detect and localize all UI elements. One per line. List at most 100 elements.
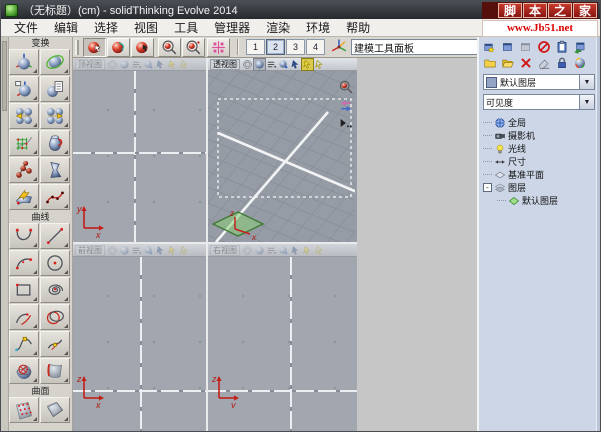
viewport-right-header[interactable]: 右视图 (208, 244, 357, 257)
lasso-cursor-icon[interactable] (179, 59, 190, 70)
viewport-perspective[interactable]: 透视图 zx (208, 57, 357, 244)
folder-icon[interactable] (483, 56, 497, 70)
wireframe-globe-icon[interactable] (107, 59, 118, 70)
twist-solid-icon[interactable] (40, 157, 70, 183)
menu-item-7[interactable]: 渲染 (258, 18, 298, 37)
eraser-icon[interactable] (537, 56, 551, 70)
tree-item[interactable]: - 图层 (483, 181, 597, 194)
menu-item-1[interactable]: 文件 (6, 18, 46, 37)
sketch-curve-icon[interactable] (9, 223, 39, 249)
select-active-cursor-icon[interactable] (302, 245, 313, 256)
scale-tool-icon[interactable] (9, 76, 39, 102)
rectangle-tool-icon[interactable] (9, 277, 39, 303)
select-cursor-icon[interactable] (290, 59, 301, 70)
tree-expander-icon[interactable]: - (483, 183, 492, 192)
select-active-cursor-icon[interactable] (167, 245, 178, 256)
lasso-cursor-icon[interactable] (179, 245, 190, 256)
world-axes-icon[interactable] (328, 38, 349, 57)
viewport-top[interactable]: 顶视图 yx (73, 58, 208, 244)
snap-grid-icon[interactable] (207, 37, 230, 57)
camera-pan-icon[interactable] (107, 37, 130, 57)
tree-item[interactable]: 默认图层 (483, 194, 597, 207)
display-options-icon[interactable] (131, 245, 142, 256)
material-sphere-icon[interactable] (573, 56, 587, 70)
menu-item-9[interactable]: 帮助 (338, 18, 378, 37)
menu-item-3[interactable]: 选择 (86, 18, 126, 37)
menu-item-2[interactable]: 编辑 (46, 18, 86, 37)
more-options-icon[interactable] (338, 115, 354, 131)
circle-tool-icon[interactable] (40, 250, 70, 276)
viewport-top-header[interactable]: 顶视图 (73, 58, 206, 71)
translate-tool-icon[interactable] (9, 49, 39, 75)
delete-icon[interactable] (519, 56, 533, 70)
sweep-surface-icon[interactable] (9, 184, 39, 210)
render-sphere-icon[interactable] (143, 245, 154, 256)
zoom-point-icon[interactable] (182, 37, 205, 57)
folder-open-icon[interactable] (501, 56, 515, 70)
line-tool-icon[interactable] (40, 223, 70, 249)
forbid-icon[interactable] (537, 40, 551, 54)
wireframe-globe-icon[interactable] (242, 245, 253, 256)
lattice-deform-icon[interactable] (9, 130, 39, 156)
tree-item[interactable]: 尺寸 (483, 155, 597, 168)
duplicate-window-icon[interactable] (501, 40, 515, 54)
tree-item[interactable]: 光线 (483, 142, 597, 155)
menu-item-4[interactable]: 视图 (126, 18, 166, 37)
edit-curve-points-icon[interactable] (40, 184, 70, 210)
palette-scrollbar[interactable] (1, 37, 9, 431)
axis-flip-icon[interactable] (338, 98, 354, 114)
wireframe-globe-icon[interactable] (107, 245, 118, 256)
display-options-icon[interactable] (266, 245, 277, 256)
menu-item-6[interactable]: 管理器 (206, 18, 258, 37)
lasso-cursor-icon[interactable] (314, 59, 325, 70)
shaded-view-icon[interactable] (253, 57, 266, 71)
shaded-view-icon[interactable] (254, 245, 265, 256)
select-active-cursor-icon[interactable] (167, 59, 178, 70)
shaded-view-icon[interactable] (119, 245, 130, 256)
tree-item[interactable]: 基准平面 (483, 168, 597, 181)
chevron-down-icon[interactable]: ▼ (579, 95, 594, 109)
lock-icon[interactable] (555, 56, 569, 70)
viewport-front-header[interactable]: 前视图 (73, 244, 206, 257)
solid-jug-icon[interactable] (40, 130, 70, 156)
select-active-cursor-icon[interactable] (301, 57, 314, 71)
inactive-window-icon[interactable] (519, 40, 533, 54)
tangent-curve-icon[interactable] (40, 331, 70, 357)
palette-scroll-thumb[interactable] (2, 41, 7, 111)
display-options-icon[interactable] (131, 59, 142, 70)
layout-3-button[interactable]: 3 (286, 39, 305, 55)
select-cursor-icon[interactable] (290, 245, 301, 256)
wireframe-globe-icon[interactable] (242, 59, 253, 70)
render-sphere-icon[interactable] (278, 59, 289, 70)
render-sphere-icon[interactable] (143, 59, 154, 70)
transform-properties-icon[interactable] (40, 76, 70, 102)
copy-mirror-left-icon[interactable] (9, 103, 39, 129)
control-point-surface-icon[interactable] (9, 397, 39, 423)
select-cursor-icon[interactable] (155, 59, 166, 70)
render-sphere-icon[interactable] (278, 245, 289, 256)
shaded-view-icon[interactable] (119, 59, 130, 70)
layer-combo[interactable]: 默认图层 ▼ (483, 74, 595, 90)
menu-item-5[interactable]: 工具 (166, 18, 206, 37)
layout-1-button[interactable]: 1 (246, 39, 265, 55)
curve-handle-icon[interactable] (9, 331, 39, 357)
tree-item[interactable]: 摄影机 (483, 129, 597, 142)
chevron-down-icon[interactable]: ▼ (579, 75, 594, 89)
rotate-tool-icon[interactable] (40, 49, 70, 75)
surface-patch-icon[interactable] (40, 397, 70, 423)
group-spheres-icon[interactable] (9, 157, 39, 183)
zoom-tool-icon[interactable] (338, 79, 354, 95)
project-curve-icon[interactable] (9, 358, 39, 384)
extract-edge-icon[interactable] (40, 358, 70, 384)
arc-tool-icon[interactable] (9, 250, 39, 276)
panel-scrollbar[interactable] (596, 37, 600, 431)
layout-2-button[interactable]: 2 (266, 39, 285, 55)
viewport-right[interactable]: 右视图 zy (208, 244, 357, 431)
viewport-perspective-header[interactable]: 透视图 (208, 57, 357, 71)
blend-arcs-icon[interactable] (9, 304, 39, 330)
lasso-cursor-icon[interactable] (314, 245, 325, 256)
ellipse-tool-icon[interactable] (40, 304, 70, 330)
visibility-combo[interactable]: 可见度 ▼ (483, 94, 595, 110)
layout-4-button[interactable]: 4 (306, 39, 325, 55)
tree-item[interactable]: 全局 (483, 116, 597, 129)
